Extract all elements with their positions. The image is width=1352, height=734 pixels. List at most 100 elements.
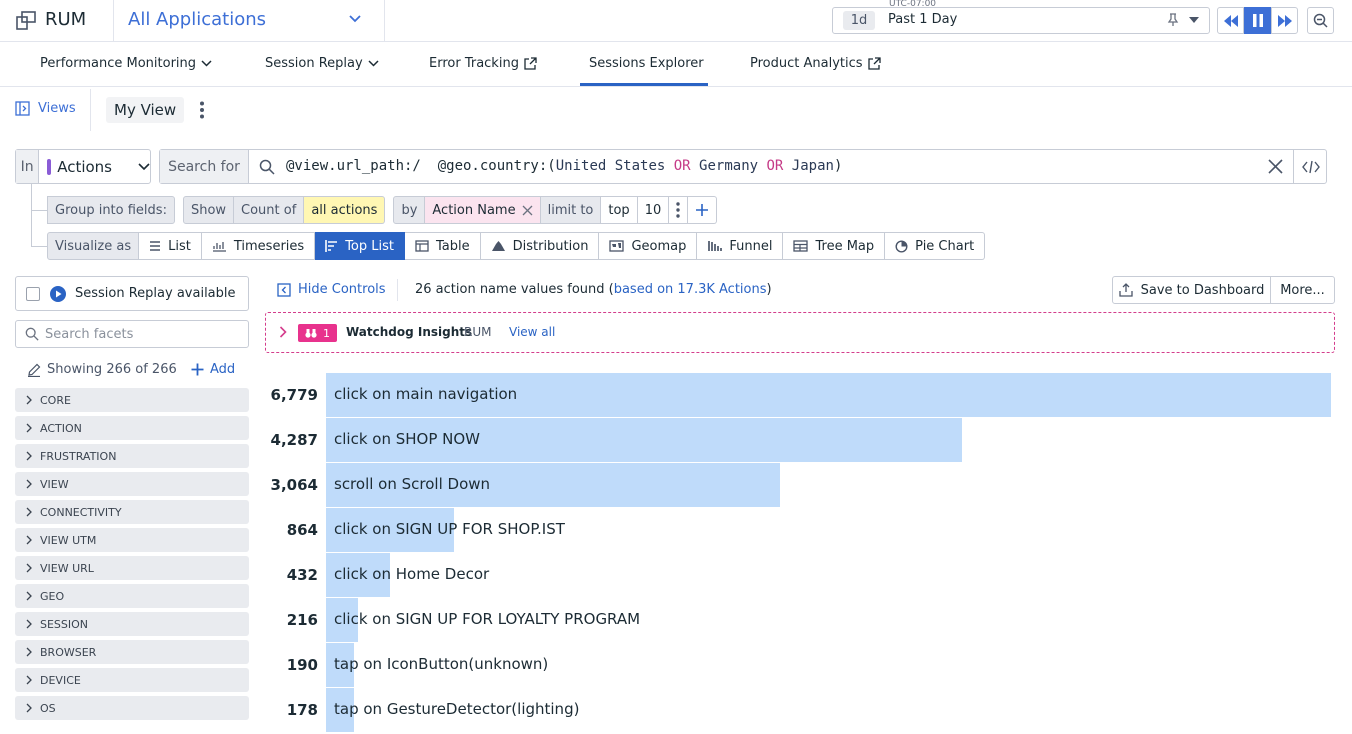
chevron-right-icon[interactable]: [279, 326, 287, 338]
active-tab-indicator: [580, 83, 708, 86]
based-on-link[interactable]: based on 17.3K Actions: [614, 282, 767, 297]
top-list-row[interactable]: 864 click on SIGN UP FOR SHOP.IST: [265, 508, 1335, 552]
chevron-down-icon: [138, 162, 150, 170]
facet-group-session[interactable]: SESSION: [15, 612, 249, 636]
search-icon: [25, 327, 39, 341]
facet-group-action[interactable]: ACTION: [15, 416, 249, 440]
edit-icon[interactable]: [27, 363, 41, 377]
chevron-right-icon: [26, 535, 32, 545]
facet-group-view[interactable]: VIEW: [15, 472, 249, 496]
facet-group-browser[interactable]: BROWSER: [15, 640, 249, 664]
viz-option-table[interactable]: Table: [404, 232, 481, 260]
actions-color-marker: [47, 158, 52, 175]
tab-label: Performance Monitoring: [40, 56, 197, 71]
chevron-right-icon: [26, 423, 32, 433]
facet-group-geo[interactable]: GEO: [15, 584, 249, 608]
viz-option-label: Table: [435, 238, 470, 254]
top-list-row[interactable]: 190 tap on IconButton(unknown): [265, 643, 1335, 687]
top-list-row[interactable]: 3,064 scroll on Scroll Down: [265, 463, 1335, 507]
viz-option-pie-chart[interactable]: Pie Chart: [885, 232, 986, 260]
viz-option-distribution[interactable]: Distribution: [480, 232, 600, 260]
viz-option-funnel[interactable]: Funnel: [697, 232, 784, 260]
viz-option-top-list[interactable]: Top List: [315, 232, 405, 260]
order-selector[interactable]: top: [601, 196, 638, 224]
add-facet-button[interactable]: Add: [191, 362, 235, 377]
top-list-row[interactable]: 178 tap on GestureDetector(lighting): [265, 688, 1335, 732]
query-syntax-button[interactable]: [1293, 150, 1327, 183]
chevron-right-icon: [26, 647, 32, 657]
limit-input[interactable]: 10: [637, 196, 670, 224]
group-by-controls: Group into fields: Show Count of all act…: [47, 196, 718, 224]
save-to-dashboard-button[interactable]: Save to Dashboard: [1112, 276, 1271, 304]
clear-icon[interactable]: [1268, 159, 1283, 174]
facet-group-label: ACTION: [40, 421, 82, 435]
current-view-name[interactable]: My View: [106, 97, 185, 123]
facet-group-view-url[interactable]: VIEW URL: [15, 556, 249, 580]
viz-option-geomap[interactable]: Geomap: [599, 232, 698, 260]
tab-session-replay[interactable]: Session Replay: [265, 56, 379, 71]
more-button[interactable]: More...: [1270, 276, 1335, 304]
search-query-text[interactable]: @view.url_path:/ @geo.country:(United St…: [286, 158, 842, 174]
facet-group-core[interactable]: CORE: [15, 388, 249, 412]
group-options-button[interactable]: [669, 196, 689, 224]
facet-group-os[interactable]: OS: [15, 696, 249, 720]
time-range-picker[interactable]: 1d Past 1 Day: [832, 7, 1210, 34]
chevron-right-icon: [26, 395, 32, 405]
top-list-row[interactable]: 6,779 click on main navigation: [265, 373, 1335, 417]
zoom-out-button[interactable]: [1307, 7, 1334, 34]
kebab-menu-icon[interactable]: [199, 101, 205, 119]
collapse-panel-icon: [277, 282, 291, 297]
watchdog-title: Watchdog Insights: [346, 325, 473, 339]
search-query-bar[interactable]: Search for @view.url_path:/ @geo.country…: [159, 149, 1327, 184]
viz-option-list[interactable]: List: [139, 232, 202, 260]
top-list-label: click on SIGN UP FOR LOYALTY PROGRAM: [334, 610, 641, 628]
divider: [397, 279, 398, 301]
viz-option-tree-map[interactable]: Tree Map: [783, 232, 886, 260]
view-all-link[interactable]: View all: [509, 325, 555, 339]
chevron-right-icon: [26, 479, 32, 489]
limit-to-label: limit to: [540, 196, 602, 224]
top-list-label: click on SIGN UP FOR SHOP.IST: [334, 520, 565, 538]
facet-group-view-utm[interactable]: VIEW UTM: [15, 528, 249, 552]
close-icon[interactable]: [522, 205, 533, 216]
result-count-close: ): [766, 282, 772, 297]
session-replay-checkbox[interactable]: [26, 286, 40, 301]
facet-group-connectivity[interactable]: CONNECTIVITY: [15, 500, 249, 524]
facet-group-frustration[interactable]: FRUSTRATION: [15, 444, 249, 468]
tree-connector: [31, 184, 47, 211]
hide-controls-button[interactable]: Hide Controls: [277, 282, 386, 297]
visualize-as-label: Visualize as: [47, 232, 140, 260]
facet-search-input[interactable]: [45, 326, 235, 342]
rewind-button[interactable]: [1217, 7, 1244, 34]
session-replay-filter[interactable]: Session Replay available: [15, 276, 249, 311]
add-group-button[interactable]: [688, 196, 718, 224]
facet-group-label: BROWSER: [40, 645, 97, 659]
top-list-row[interactable]: 432 click on Home Decor: [265, 553, 1335, 597]
data-source-selector[interactable]: In Actions: [15, 149, 151, 184]
top-list-row[interactable]: 4,287 click on SHOP NOW: [265, 418, 1335, 462]
watchdog-badge: 1: [298, 324, 337, 342]
viz-option-timeseries[interactable]: Timeseries: [201, 232, 316, 260]
pause-button[interactable]: [1244, 7, 1271, 34]
tab-product-analytics[interactable]: Product Analytics: [750, 56, 881, 71]
measure-selector[interactable]: all actions: [304, 196, 386, 224]
top-list-value: 864: [286, 521, 318, 539]
views-bar: Views My View: [0, 87, 1352, 133]
tab-error-tracking[interactable]: Error Tracking: [429, 56, 537, 71]
facet-search-box[interactable]: [15, 320, 249, 348]
pin-icon[interactable]: [1167, 13, 1179, 27]
application-selector[interactable]: All Applications: [113, 0, 385, 42]
tab-sessions-explorer[interactable]: Sessions Explorer: [589, 56, 704, 71]
watchdog-insights-banner[interactable]: 1 Watchdog Insights RUM View all: [265, 312, 1335, 353]
group-field-tag[interactable]: Action Name: [425, 196, 541, 224]
watchdog-count: 1: [323, 326, 330, 340]
views-button[interactable]: Views: [15, 101, 76, 116]
top-list-row[interactable]: 216 click on SIGN UP FOR LOYALTY PROGRAM: [265, 598, 1335, 642]
top-list-value: 178: [286, 701, 318, 719]
fast-forward-button[interactable]: [1271, 7, 1298, 34]
caret-down-icon[interactable]: [1189, 17, 1199, 23]
play-icon: [50, 285, 66, 302]
tab-performance-monitoring[interactable]: Performance Monitoring: [40, 56, 212, 71]
timeseries-icon: [212, 242, 226, 252]
facet-group-device[interactable]: DEVICE: [15, 668, 249, 692]
